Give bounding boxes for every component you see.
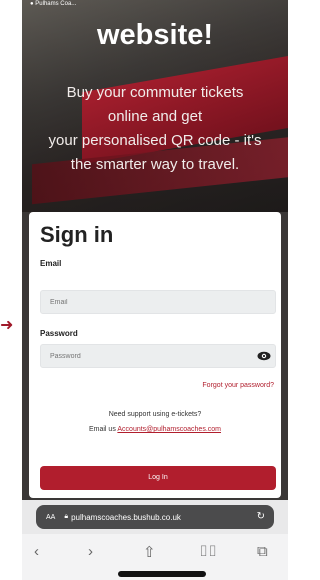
bookmarks-icon[interactable]: ⌷⌷ [199, 543, 217, 560]
support-email-link[interactable]: Accounts@pulhamscoaches.com [117, 426, 221, 433]
forward-icon[interactable]: › [88, 543, 93, 560]
arrow-right-icon: ➜ [0, 317, 14, 334]
password-field-wrapper [40, 344, 276, 368]
show-password-icon[interactable] [256, 348, 272, 364]
hero-line: the smarter way to travel. [70, 156, 240, 173]
forgot-password-link[interactable]: Forgot your password? [202, 382, 274, 389]
reader-aa-button[interactable]: AA [46, 514, 55, 521]
url-field[interactable]: AA 🔒︎ pulhamscoaches.bushub.co.uk ↻ [36, 505, 274, 529]
signin-card: Sign in Email Password Forgot your passw… [29, 212, 281, 498]
mobile-browser-screen: ● Pulhams Coa... website! Buy your commu… [22, 0, 288, 580]
hero-title: website! [96, 19, 214, 51]
hero-subtitle: Buy your commuter tickets online and get… [22, 81, 288, 177]
status-bar-text: ● Pulhams Coa... [30, 1, 77, 7]
home-indicator [118, 571, 206, 577]
support-line-1: Need support using e-tickets? [108, 411, 202, 418]
browser-address-bar: AA 🔒︎ pulhamscoaches.bushub.co.uk ↻ [22, 500, 288, 534]
left-margin: ➜ [0, 0, 22, 580]
hero-banner: ● Pulhams Coa... website! Buy your commu… [22, 0, 288, 212]
hero-line: online and get [107, 108, 203, 125]
hero-line: Buy your commuter tickets [66, 84, 244, 101]
lock-icon: 🔒︎ [64, 513, 69, 520]
phone-screenshot: ➜ ● Pulhams Coa... website! Buy your com… [0, 0, 304, 580]
hero-line: your personalised QR code - it's [48, 132, 262, 149]
back-icon[interactable]: ‹ [34, 543, 39, 560]
login-button[interactable]: Log In [40, 466, 276, 490]
support-text: Need support using e-tickets? Email us A… [29, 407, 281, 437]
password-label: Password [40, 329, 78, 338]
signin-title: Sign in [40, 222, 114, 247]
tabs-icon[interactable]: ⧉ [257, 543, 268, 560]
email-field[interactable] [40, 290, 276, 314]
email-label: Email [40, 259, 62, 268]
password-field[interactable] [40, 344, 276, 368]
reload-icon[interactable]: ↻ [257, 511, 265, 522]
eye-icon [257, 351, 271, 361]
support-line-2: Email us Accounts@pulhamscoaches.com [29, 422, 281, 437]
right-margin [288, 0, 304, 580]
url-text: pulhamscoaches.bushub.co.uk [71, 512, 181, 522]
share-icon[interactable]: ⇧ [143, 543, 156, 561]
support-email-prefix: Email us [88, 426, 116, 433]
